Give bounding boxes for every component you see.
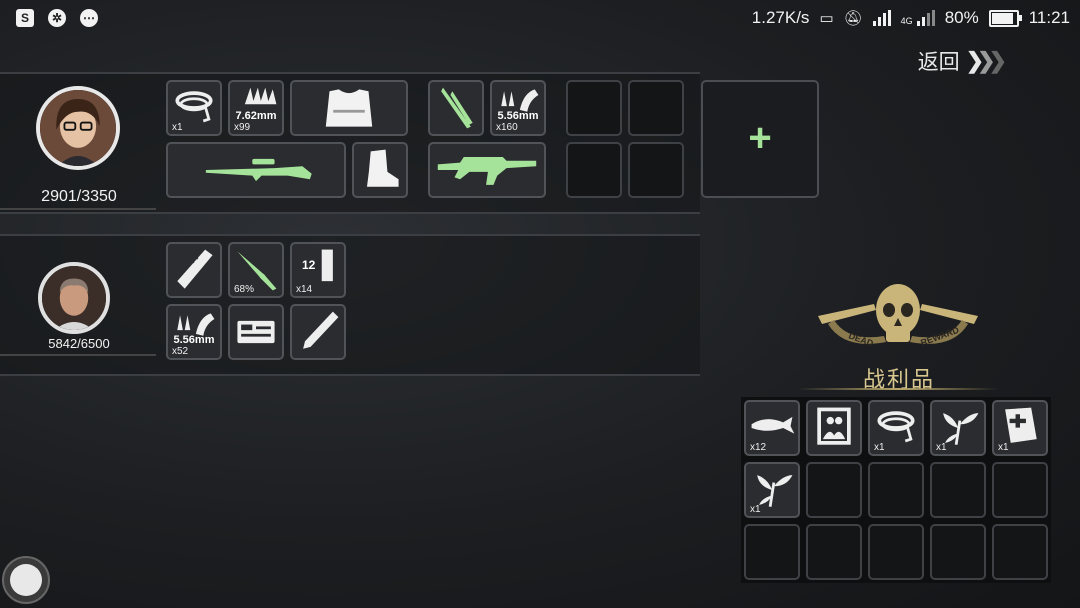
divider <box>798 388 998 390</box>
item-count: x1 <box>750 504 761 515</box>
empty-slot[interactable] <box>868 462 924 518</box>
network-speed: 1.27K/s <box>751 8 810 27</box>
svg-text:DEAD: DEAD <box>847 330 875 348</box>
floating-home-button[interactable] <box>2 556 50 604</box>
mute-icon: 🔕︎ <box>843 10 863 27</box>
add-member-button[interactable]: + <box>701 80 819 198</box>
avatar-woman <box>36 86 120 170</box>
slot-battery-cell[interactable]: 12 x14 <box>290 242 346 298</box>
item-count: x99 <box>234 122 251 133</box>
empty-slot[interactable] <box>744 524 800 580</box>
empty-slot[interactable] <box>868 524 924 580</box>
clock: 11:21 <box>1028 8 1070 27</box>
sniper-rifle-icon <box>205 158 312 182</box>
member-card-2[interactable]: 5842/6500 <box>0 234 158 372</box>
loot-slot-photo[interactable] <box>806 400 862 456</box>
item-caliber: 7.62mm <box>235 110 277 122</box>
empty-slot[interactable] <box>566 80 622 136</box>
item-count: x14 <box>296 284 313 295</box>
avatar-old-man <box>38 262 110 334</box>
item-count: x12 <box>750 442 767 453</box>
slot-comb[interactable] <box>166 242 222 298</box>
loot-slot-fish[interactable]: x12 <box>744 400 800 456</box>
battery-icon <box>988 9 1022 27</box>
dead-reward-emblem-icon: DEAD REWARD <box>818 284 978 349</box>
slot-sniper-rifle[interactable] <box>166 142 346 198</box>
empty-slot[interactable] <box>628 142 684 198</box>
empty-slot[interactable] <box>628 80 684 136</box>
empty-slot[interactable] <box>930 462 986 518</box>
more-icon: ⋯ <box>80 9 98 27</box>
slot-id-card[interactable] <box>228 304 284 360</box>
pen-icon <box>303 311 339 349</box>
slot-machine-gun[interactable] <box>428 142 546 198</box>
empty-slot[interactable] <box>566 142 622 198</box>
item-count: x1 <box>998 442 1009 453</box>
aperture-icon: ✲ <box>48 9 66 27</box>
chevron-right-icon: ❯❯❯ <box>965 48 1008 73</box>
slot-boot[interactable] <box>352 142 408 198</box>
loot-slot-medkit-book[interactable]: x1 <box>992 400 1048 456</box>
comb-icon <box>177 249 213 289</box>
hp-value-1: 2901/3350 <box>41 188 117 205</box>
item-count: x1 <box>936 442 947 453</box>
machine-gun-icon <box>437 157 537 185</box>
slot-ammo-762[interactable]: 7.62mm x99 <box>228 80 284 136</box>
item-caliber: 5.56mm <box>173 334 215 346</box>
loot-slot-herb[interactable]: x1 <box>744 462 800 518</box>
item-count: x1 <box>874 442 885 453</box>
slot-knives[interactable] <box>428 80 484 136</box>
durability: 68% <box>234 284 255 295</box>
item-caliber: 5.56mm <box>497 110 539 122</box>
item-label: 12 <box>302 258 316 272</box>
app-s-icon: S <box>16 9 34 27</box>
divider <box>0 354 156 356</box>
back-label: 返回 <box>917 51 960 74</box>
empty-slot[interactable] <box>806 462 862 518</box>
id-card-icon <box>237 320 275 344</box>
crossed-knives-icon <box>441 87 473 129</box>
empty-slot[interactable] <box>806 524 862 580</box>
hp-value-2: 5842/6500 <box>48 336 110 351</box>
status-bar: S ✲ ⋯ 1.27K/s ▭ 🔕︎ 4G 80% 11:21 <box>0 0 1080 36</box>
loot-slot-rope[interactable]: x1 <box>868 400 924 456</box>
divider <box>0 208 156 210</box>
item-count: x52 <box>172 346 189 357</box>
slot-knife[interactable]: 68% <box>228 242 284 298</box>
signal-4g-icon: 4G <box>901 10 935 26</box>
item-count: x160 <box>496 122 518 133</box>
slot-ammo-556[interactable]: 5.56mm x52 <box>166 304 222 360</box>
loot-slot-herb[interactable]: x1 <box>930 400 986 456</box>
slot-rope[interactable]: x1 <box>166 80 222 136</box>
cast-icon: ▭ <box>819 10 834 27</box>
photo-icon <box>817 407 851 445</box>
back-button[interactable]: 返回 ❯❯❯ <box>917 46 1008 76</box>
svg-text:REWARD: REWARD <box>919 325 960 348</box>
body-armor-icon <box>325 89 373 127</box>
signal-icon <box>872 10 891 26</box>
empty-slot[interactable] <box>930 524 986 580</box>
member-card-1[interactable]: 2901/3350 <box>0 72 158 210</box>
empty-slot[interactable] <box>992 524 1048 580</box>
item-count: x1 <box>172 122 183 133</box>
boot-icon <box>367 149 399 187</box>
slot-pen[interactable] <box>290 304 346 360</box>
battery-percent: 80% <box>944 8 979 27</box>
empty-slot[interactable] <box>992 462 1048 518</box>
slot-armor[interactable] <box>290 80 408 136</box>
slot-ammo-556[interactable]: 5.56mm x160 <box>490 80 546 136</box>
